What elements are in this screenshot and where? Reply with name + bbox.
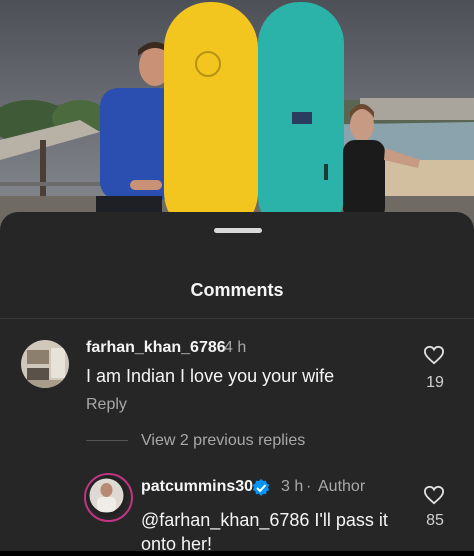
like-count: 19 [426, 374, 444, 391]
comment-text-line2: onto her! [141, 534, 213, 554]
comment-text: I am Indian I love you your wife [86, 366, 335, 386]
sheet-drag-handle[interactable] [214, 228, 262, 233]
post-photo[interactable] [0, 0, 474, 240]
like-icon[interactable] [423, 345, 445, 370]
reply-button[interactable]: Reply [86, 396, 127, 414]
meta-separator: · [306, 478, 312, 495]
verified-icon [251, 478, 271, 498]
comment-text-line1: @farhan_khan_6786 I'll pass it [141, 510, 388, 530]
like-icon[interactable] [423, 485, 445, 510]
view-replies-button[interactable]: View 2 previous replies [141, 432, 305, 450]
comments-sheet: Comments farhan_khan_6786 4 h I am India… [0, 212, 474, 554]
comment-time: 4 h [224, 339, 247, 356]
comment-username[interactable]: farhan_khan_6786 [86, 339, 226, 357]
replies-line [86, 440, 128, 441]
sheet-title: Comments [190, 280, 284, 300]
comment-time: 3 h [281, 478, 304, 495]
avatar[interactable] [21, 340, 69, 388]
like-count: 85 [426, 512, 444, 529]
author-badge: Author [318, 478, 366, 495]
comment-username[interactable]: patcummins30 [141, 478, 253, 496]
avatar[interactable] [84, 473, 133, 522]
divider [0, 318, 474, 319]
